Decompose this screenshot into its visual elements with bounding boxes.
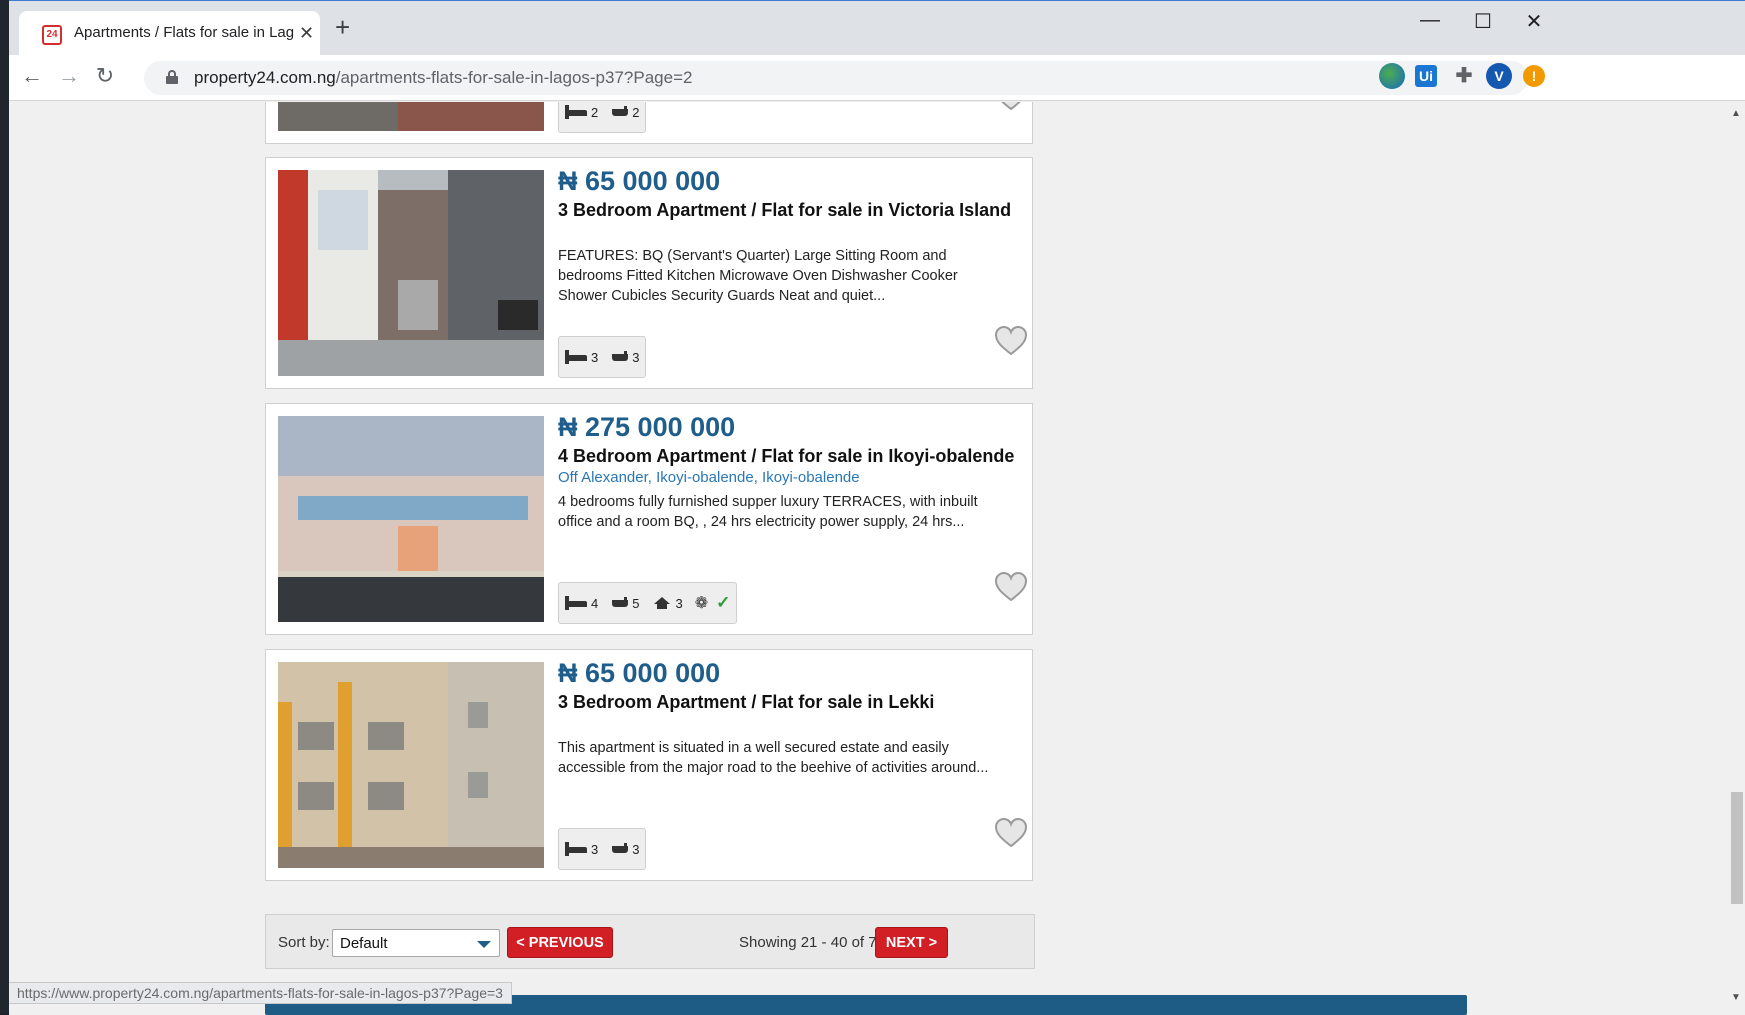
sort-label: Sort by: <box>278 934 330 951</box>
url-path: /apartments-flats-for-sale-in-lagos-p37?… <box>335 68 693 87</box>
chevron-down-icon <box>477 941 491 948</box>
reload-icon[interactable]: ↻ <box>90 63 120 89</box>
browser-window: 24 Apartments / Flats for sale in Lagos … <box>9 0 1745 1015</box>
listing-photo-svg <box>278 416 544 622</box>
favourite-heart-icon[interactable] <box>994 102 1028 111</box>
listing-price[interactable]: ₦ 275 000 000 <box>558 412 735 443</box>
listing-description: This apartment is situated in a well sec… <box>558 740 989 776</box>
listing-price[interactable]: ₦ 65 000 000 <box>558 658 720 689</box>
property24-favicon-icon: 24 <box>42 25 62 45</box>
features-bar: 3 3 <box>558 828 647 870</box>
listing-card[interactable]: ₦ 275 000 000 4 Bedroom Apartment / Flat… <box>265 403 1033 635</box>
listing-price[interactable]: ₦ 65 000 000 <box>558 166 720 197</box>
results-count: Showing 21 - 40 of 74 <box>739 934 885 951</box>
checkmark-icon: ✓ <box>716 593 731 612</box>
extension-ui-icon[interactable]: Ui <box>1415 65 1437 87</box>
listing-location-link[interactable]: Off Alexander, Ikoyi-obalende, Ikoyi-oba… <box>558 469 860 486</box>
bed-icon <box>565 596 587 610</box>
listing-photo-svg <box>278 170 544 376</box>
beds-count: 3 <box>591 841 599 857</box>
favourite-heart-icon[interactable] <box>994 326 1028 356</box>
beds-count: 2 <box>591 104 599 120</box>
minimize-icon[interactable]: — <box>1410 9 1450 32</box>
bed-icon <box>565 350 587 364</box>
listing-photo[interactable] <box>278 662 544 868</box>
listing-photo[interactable] <box>278 102 544 131</box>
listing-card[interactable]: ₦ 65 000 000 3 Bedroom Apartment / Flat … <box>265 157 1033 389</box>
sort-selected-value: Default <box>340 935 388 952</box>
tab-close-icon[interactable]: ✕ <box>299 23 314 44</box>
scroll-up-arrow-icon[interactable]: ▲ <box>1731 108 1741 119</box>
profile-avatar[interactable]: V <box>1486 63 1512 89</box>
listing-photo-svg <box>278 662 544 868</box>
garages-count: 3 <box>675 595 683 611</box>
extensions-puzzle-icon[interactable]: ✚ <box>1451 63 1477 89</box>
back-arrow-icon[interactable]: ← <box>17 63 47 89</box>
baths-count: 3 <box>632 841 640 857</box>
scrollbar-thumb[interactable] <box>1731 792 1743 904</box>
status-bar-url: https://www.property24.com.ng/apartments… <box>9 982 512 1004</box>
desktop-background-strip <box>0 0 9 1014</box>
close-window-icon[interactable]: ✕ <box>1514 9 1554 34</box>
update-alert-icon[interactable]: ! <box>1523 65 1545 87</box>
sort-dropdown[interactable]: Default <box>332 929 500 957</box>
previous-page-button[interactable]: < PREVIOUS <box>507 927 613 958</box>
listing-description: 4 bedrooms fully furnished supper luxury… <box>558 494 978 530</box>
bath-icon <box>612 597 629 609</box>
page-viewport: 2 2 ₦ 65 000 000 3 Bedroom Apartment / F… <box>9 102 1727 1015</box>
forward-arrow-icon[interactable]: → <box>54 63 84 89</box>
listing-title[interactable]: 4 Bedroom Apartment / Flat for sale in I… <box>558 446 1014 467</box>
listing-title[interactable]: 3 Bedroom Apartment / Flat for sale in L… <box>558 692 934 713</box>
vertical-scrollbar[interactable]: ▲ ▼ <box>1727 102 1745 1015</box>
listing-card-partial[interactable]: 2 2 <box>265 102 1033 144</box>
url-domain: property24.com.ng <box>194 68 336 87</box>
garage-icon <box>653 597 671 609</box>
browser-toolbar: ← → ↻ property24.com.ng/apartments-flats… <box>9 55 1745 101</box>
bath-icon <box>612 843 629 855</box>
scroll-down-arrow-icon[interactable]: ▼ <box>1731 992 1741 1003</box>
listing-photo[interactable] <box>278 416 544 622</box>
listing-description: FEATURES: BQ (Servant's Quarter) Large S… <box>558 248 958 304</box>
beds-count: 4 <box>591 595 599 611</box>
listing-photo[interactable] <box>278 170 544 376</box>
bed-icon <box>565 105 587 119</box>
new-tab-button[interactable]: + <box>335 14 350 40</box>
pagination-bar: Sort by: Default < PREVIOUS Showing 21 -… <box>265 914 1035 969</box>
features-bar: 2 2 <box>558 102 647 133</box>
listing-photo-svg <box>278 102 544 131</box>
baths-count: 5 <box>632 595 640 611</box>
url-text[interactable]: property24.com.ng/apartments-flats-for-s… <box>194 68 692 88</box>
tab-title: Apartments / Flats for sale in Lagos <box>74 24 294 41</box>
lock-icon[interactable] <box>166 70 178 84</box>
favourite-heart-icon[interactable] <box>994 572 1028 602</box>
maximize-icon[interactable]: ☐ <box>1463 9 1503 34</box>
listing-card[interactable]: ₦ 65 000 000 3 Bedroom Apartment / Flat … <box>265 649 1033 881</box>
bath-icon <box>612 351 629 363</box>
extension-globe-icon[interactable] <box>1379 63 1405 89</box>
beds-count: 3 <box>591 349 599 365</box>
address-bar[interactable]: property24.com.ng/apartments-flats-for-s… <box>144 61 1528 95</box>
next-page-button[interactable]: NEXT > <box>875 927 948 958</box>
baths-count: 3 <box>632 349 640 365</box>
bed-icon <box>565 842 587 856</box>
pets-allowed-paw-icon: ❁ <box>694 595 709 612</box>
features-bar: 4 5 3 ❁ ✓ <box>558 582 738 624</box>
bath-icon <box>612 106 629 118</box>
features-bar: 3 3 <box>558 336 647 378</box>
listing-title[interactable]: 3 Bedroom Apartment / Flat for sale in V… <box>558 200 1011 221</box>
title-bar: 24 Apartments / Flats for sale in Lagos … <box>9 1 1745 63</box>
baths-count: 2 <box>632 104 640 120</box>
favourite-heart-icon[interactable] <box>994 818 1028 848</box>
